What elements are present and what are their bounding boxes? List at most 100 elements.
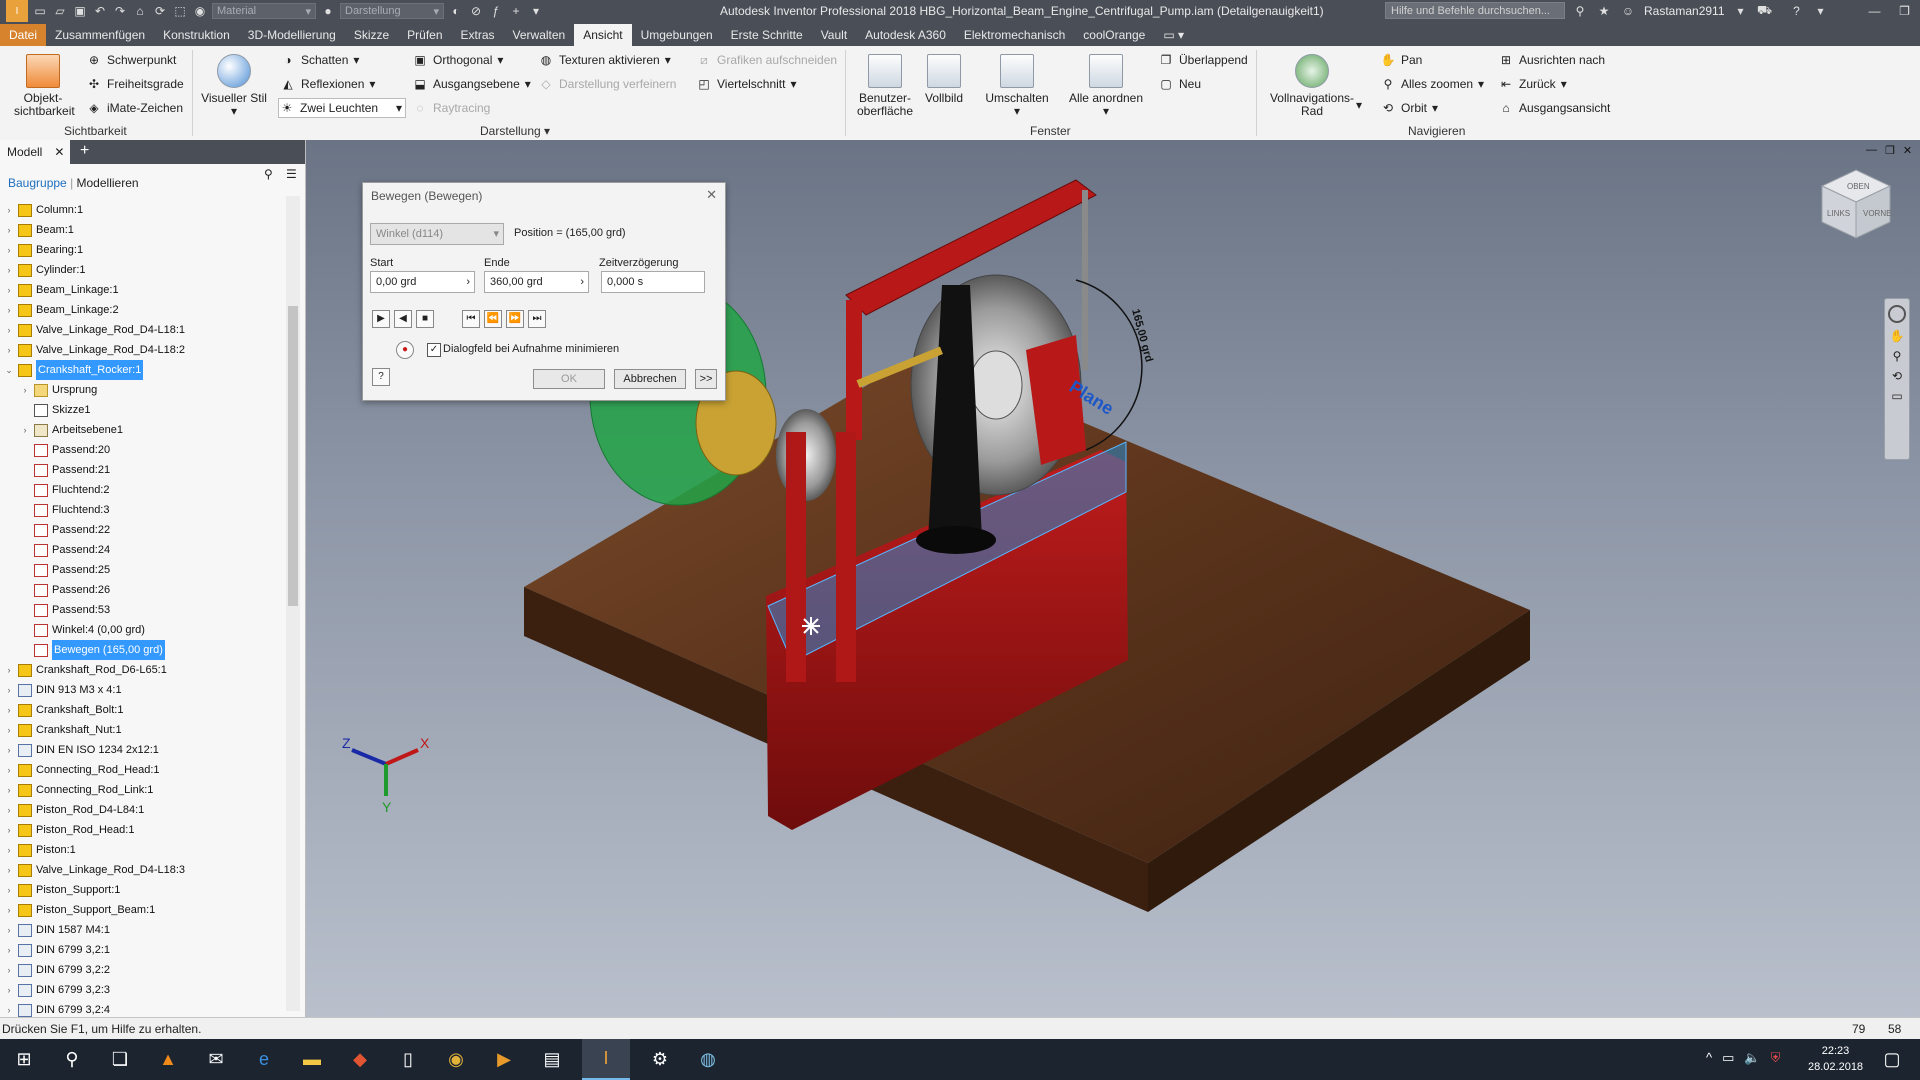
shield-icon[interactable]: ⛨ (1771, 1050, 1781, 1066)
expand-chevron-icon[interactable]: › (4, 260, 14, 280)
file-explorer-icon[interactable]: ▬ (288, 1039, 336, 1080)
tree-item[interactable]: › Piston:1 (4, 840, 76, 860)
tab-coolorange[interactable]: coolOrange (1074, 24, 1154, 46)
app-icon-2[interactable]: ◉ (432, 1039, 480, 1080)
more-button[interactable]: >> (695, 369, 717, 389)
media-icon[interactable]: ▶ (480, 1039, 528, 1080)
binoculars-icon[interactable]: ⚲ (1572, 3, 1588, 19)
tree-item[interactable]: › DIN 6799 3,2:2 (4, 960, 110, 980)
stop-button[interactable]: ■ (416, 310, 434, 328)
vollnavigations-rad-button[interactable]: Vollnavigations- Rad (1262, 54, 1362, 118)
tree-item[interactable]: › Connecting_Rod_Head:1 (4, 760, 160, 780)
ausgangsansicht-button[interactable]: ⌂ Ausgangsansicht (1498, 100, 1610, 116)
tab-datei[interactable]: Datei (0, 24, 47, 46)
vollbild-button[interactable]: Vollbild (920, 54, 968, 105)
tree-item[interactable]: › Piston_Rod_Head:1 (4, 820, 134, 840)
search-icon[interactable]: ⚲ (48, 1039, 96, 1080)
viewcube-shape[interactable]: OBEN LINKS VORNE (1816, 164, 1896, 244)
edge-icon[interactable]: e (240, 1039, 288, 1080)
viewcube[interactable]: OBEN LINKS VORNE (1816, 164, 1896, 244)
cart-icon[interactable]: ⛟ (1757, 3, 1773, 19)
network-icon[interactable]: ▭ (1722, 1050, 1734, 1066)
umschalten-button[interactable]: Umschalten ▾ (980, 54, 1054, 118)
expand-chevron-icon[interactable]: › (4, 920, 14, 940)
tab-autodesk-a360[interactable]: Autodesk A360 (856, 24, 955, 46)
freiheitsgrade-button[interactable]: ✣ Freiheitsgrade (86, 76, 184, 92)
browser-scrollbar[interactable] (286, 196, 300, 1011)
tree-item[interactable]: ⌄ Crankshaft_Rocker:1 (4, 360, 144, 380)
tree-item[interactable]: › Valve_Linkage_Rod_D4-L18:3 (4, 860, 185, 880)
grafiken-aufschneiden-button[interactable]: ⧄ Grafiken aufschneiden (696, 52, 837, 68)
tree-item[interactable]: Passend:20 (20, 440, 110, 460)
viertelschnitt-button[interactable]: ◰ Viertelschnitt ▾ (696, 76, 796, 92)
expand-chevron-icon[interactable]: › (4, 760, 14, 780)
expand-chevron-icon[interactable]: › (4, 820, 14, 840)
tree-item[interactable]: Passend:25 (20, 560, 110, 580)
zoom-icon[interactable]: ⚲ (1885, 349, 1909, 363)
expand-chevron-icon[interactable]: › (20, 380, 30, 400)
tree-item[interactable]: › Valve_Linkage_Rod_D4-L18:2 (4, 340, 185, 360)
restore-icon[interactable]: ❐ (1897, 3, 1913, 19)
app-icon-3[interactable]: ▤ (528, 1039, 576, 1080)
start-input[interactable]: 0,00 grd › (370, 271, 475, 293)
benutzeroberflaeche-button[interactable]: Benutzer- oberfläche (852, 54, 918, 118)
tree-item[interactable]: Passend:24 (20, 540, 110, 560)
home-icon[interactable]: ⌂ (132, 3, 148, 19)
ausgangsebene-button[interactable]: ⬓ Ausgangsebene ▾ (412, 76, 530, 92)
chevron-down-icon[interactable]: ▾ (1356, 98, 1362, 112)
tree-item[interactable]: › Beam:1 (4, 220, 74, 240)
expand-chevron-icon[interactable]: › (4, 720, 14, 740)
pan-button[interactable]: ✋ Pan (1380, 52, 1423, 68)
app-icon-4[interactable]: ◍ (684, 1039, 732, 1080)
windows-start-icon[interactable]: ⊞ (0, 1039, 48, 1080)
orbit-button[interactable]: ⟲ Orbit ▾ (1380, 100, 1438, 116)
tree-item[interactable]: › DIN 1587 M4:1 (4, 920, 110, 940)
tree-item[interactable]: › Bearing:1 (4, 240, 83, 260)
tab-zusammenfuegen[interactable]: Zusammenfügen (46, 24, 154, 46)
properties-icon[interactable]: ◉ (192, 3, 208, 19)
tree-item[interactable]: › DIN 6799 3,2:3 (4, 980, 110, 1000)
tree-item[interactable]: › Crankshaft_Bolt:1 (4, 700, 123, 720)
record-button[interactable]: ● (396, 341, 414, 359)
tab-erste-schritte[interactable]: Erste Schritte (722, 24, 812, 46)
volume-icon[interactable]: 🔈 (1744, 1050, 1760, 1066)
chevron-down-icon[interactable]: ▾ (1813, 3, 1829, 19)
tree-item[interactable]: › Beam_Linkage:2 (4, 300, 119, 320)
clock[interactable]: 22:23 28.02.2018 (1808, 1043, 1863, 1075)
tab-konstruktion[interactable]: Konstruktion (154, 24, 239, 46)
expand-chevron-icon[interactable]: › (4, 940, 14, 960)
expand-chevron-icon[interactable]: › (4, 680, 14, 700)
go-to-end-button[interactable]: ⏭ (528, 310, 546, 328)
imate-zeichen-button[interactable]: ◈ iMate-Zeichen (86, 100, 183, 116)
clear-icon[interactable]: ⊘ (468, 3, 484, 19)
reflexionen-button[interactable]: ◭ Reflexionen ▾ (280, 76, 375, 92)
tree-item[interactable]: › Ursprung (20, 380, 97, 400)
texturen-button[interactable]: ◍ Texturen aktivieren ▾ (538, 52, 671, 68)
expand-chevron-icon[interactable]: › (20, 420, 30, 440)
orbit-icon[interactable]: ⟲ (1885, 369, 1909, 383)
expand-chevron-icon[interactable]: › (4, 840, 14, 860)
open-folder-icon[interactable]: ▱ (52, 3, 68, 19)
tree-item[interactable]: › Crankshaft_Nut:1 (4, 720, 122, 740)
expand-chevron-icon[interactable]: › (4, 780, 14, 800)
tree-item[interactable]: Bewegen (165,00 grd) (20, 640, 165, 660)
expand-chevron-icon[interactable]: › (4, 900, 14, 920)
expand-chevron-icon[interactable]: › (4, 800, 14, 820)
help-icon[interactable]: ? (1789, 3, 1805, 19)
tree-item[interactable]: › Piston_Support:1 (4, 880, 120, 900)
go-to-start-button[interactable]: ⏮ (462, 310, 480, 328)
add-tab-icon[interactable]: + (80, 142, 89, 160)
chevron-down-icon[interactable]: ▾ (1733, 3, 1749, 19)
tree-item[interactable]: › Arbeitsebene1 (20, 420, 123, 440)
expand-chevron-icon[interactable]: › (4, 320, 14, 340)
document-icon[interactable]: ▯ (384, 1039, 432, 1080)
settings-icon[interactable]: ⚙ (636, 1039, 684, 1080)
tree-item[interactable]: Skizze1 (20, 400, 91, 420)
group-label-darstellung[interactable]: Darstellung ▾ (480, 124, 550, 138)
help-search-input[interactable]: Hilfe und Befehle durchsuchen... (1385, 2, 1565, 19)
schatten-button[interactable]: ◑ Schatten ▾ (280, 52, 359, 68)
tab-verwalten[interactable]: Verwalten (504, 24, 575, 46)
tab-umgebungen[interactable]: Umgebungen (632, 24, 722, 46)
appearance-dropdown[interactable]: Darstellung ▾ (340, 3, 444, 19)
adjust-icon[interactable]: ◐ (448, 3, 464, 19)
